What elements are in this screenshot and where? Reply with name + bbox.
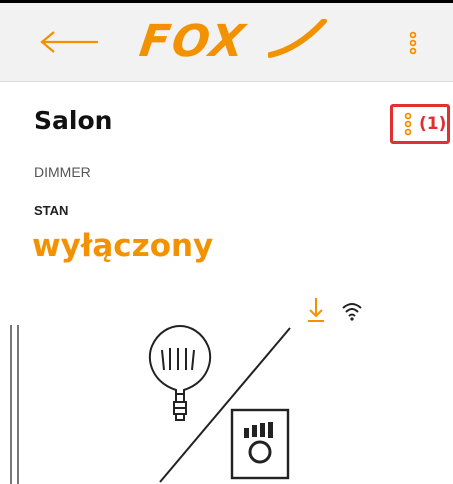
vertical-dots-icon bbox=[404, 112, 412, 136]
app-menu-button[interactable] bbox=[396, 21, 430, 65]
app-bar: FOX bbox=[0, 3, 453, 82]
left-edge-line bbox=[17, 325, 19, 484]
device-menu-button[interactable]: (1) bbox=[390, 104, 450, 144]
device-screen: FOX Salon (1) DIMMER STAN wyłączony bbox=[0, 0, 453, 484]
vertical-dots-icon bbox=[409, 31, 417, 55]
divider-line bbox=[159, 327, 291, 483]
dimmer-module-icon bbox=[230, 408, 290, 480]
back-button[interactable] bbox=[38, 21, 102, 63]
state-value: wyłączony bbox=[32, 228, 214, 264]
logo-swoosh bbox=[268, 19, 327, 58]
state-label: STAN bbox=[34, 203, 69, 218]
logo-text: FOX bbox=[136, 16, 250, 67]
device-diagram bbox=[148, 324, 291, 483]
fox-logo: FOX bbox=[136, 16, 330, 67]
device-type: DIMMER bbox=[34, 164, 91, 180]
left-edge-line bbox=[10, 325, 12, 484]
arrow-left-icon bbox=[40, 31, 98, 53]
light-bulb-icon bbox=[148, 324, 212, 421]
menu-annotation: (1) bbox=[419, 114, 447, 134]
device-name: Salon bbox=[34, 106, 113, 135]
